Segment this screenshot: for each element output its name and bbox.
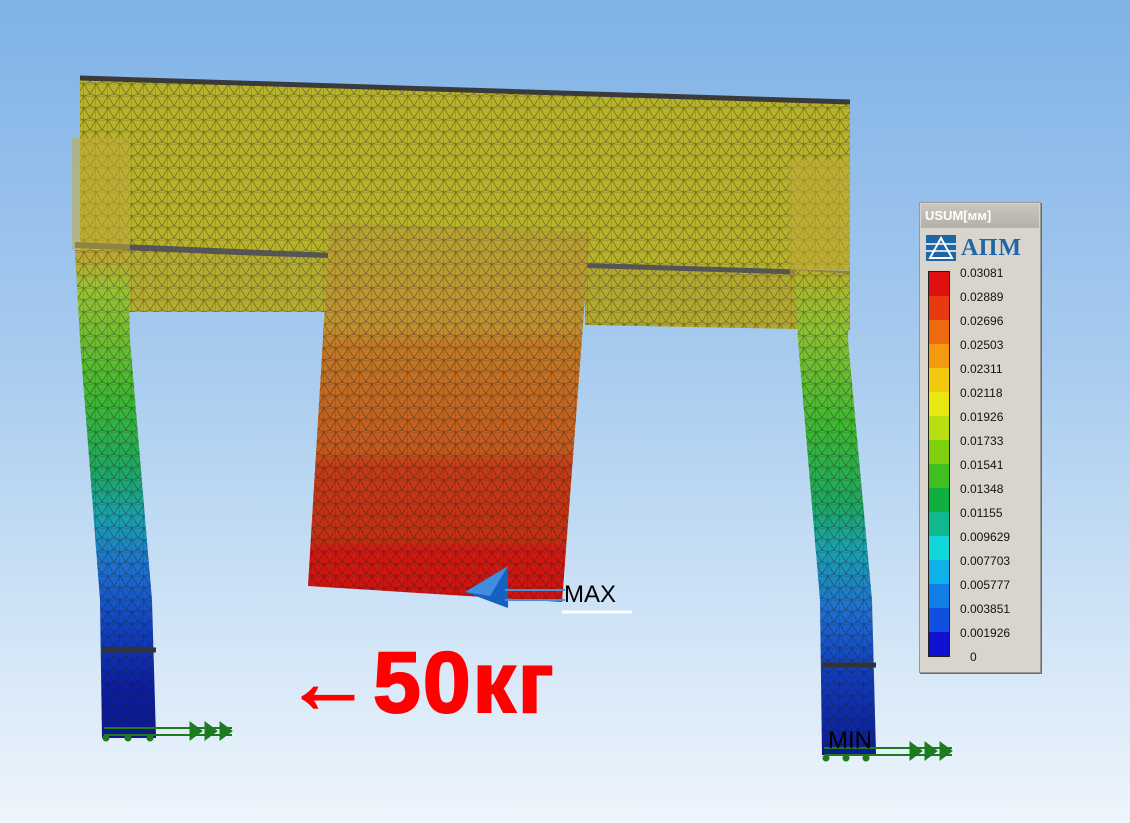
scale-value-label: 0.001926 <box>960 626 1011 640</box>
scale-swatch <box>929 320 949 344</box>
scale-swatch <box>929 512 949 536</box>
logo-text: АПМ <box>961 234 1023 261</box>
scale-value-label: 0.005777 <box>960 578 1011 592</box>
scale-labels: 0.03081 0.02889 0.02696 0.02503 0.02311 0.021… <box>960 263 1040 664</box>
scale-value-label: 0.01155 <box>960 506 1003 520</box>
scale-value-label: 0.02696 <box>960 314 1004 328</box>
scale-value-label: 0.01926 <box>960 410 1004 424</box>
scale-swatch <box>929 296 949 320</box>
scale-swatch <box>929 560 949 584</box>
scale-value-label: 0 <box>970 650 977 664</box>
scale-value-label: 0.009629 <box>960 530 1011 544</box>
scale-swatch <box>929 344 949 368</box>
legend-title[interactable]: USUM[мм] <box>921 204 1039 228</box>
scale-value-label: 0.01733 <box>960 434 1004 448</box>
color-scale-bar <box>928 271 950 657</box>
right-support-leg <box>795 270 876 755</box>
scale-value-label: 0.02118 <box>960 386 1003 400</box>
scale-value-label: 0.007703 <box>960 554 1011 568</box>
load-annotation: ←50кг <box>285 635 556 731</box>
scale-swatch <box>929 584 949 608</box>
scale-value-label: 0.02503 <box>960 338 1004 352</box>
apm-logo-icon <box>926 235 956 261</box>
scale-swatch <box>929 440 949 464</box>
scale-value-label: 0.01348 <box>960 482 1004 496</box>
min-marker: MIN <box>828 727 872 754</box>
scale-swatch <box>929 536 949 560</box>
left-support-leg <box>75 250 156 738</box>
result-legend-panel[interactable]: USUM[мм] АПМ 0.03081 0.02889 0.02696 0.0250… <box>919 202 1041 673</box>
scale-value-label: 0.03081 <box>960 266 1004 280</box>
scale-swatch <box>929 632 949 656</box>
scale-swatch <box>929 464 949 488</box>
scale-value-label: 0.01541 <box>960 458 1004 472</box>
scale-swatch <box>929 608 949 632</box>
scale-swatch <box>929 416 949 440</box>
scale-value-label: 0.003851 <box>960 602 1011 616</box>
scale-value-label: 0.02889 <box>960 290 1004 304</box>
apm-logo: АПМ <box>926 233 1038 263</box>
max-marker: MAX <box>564 581 616 608</box>
scale-swatch <box>929 368 949 392</box>
hanging-weight-block <box>308 222 590 602</box>
scale-swatch <box>929 392 949 416</box>
scale-value-label: 0.02311 <box>960 362 1003 376</box>
scale-swatch <box>929 272 949 296</box>
scale-swatch <box>929 488 949 512</box>
